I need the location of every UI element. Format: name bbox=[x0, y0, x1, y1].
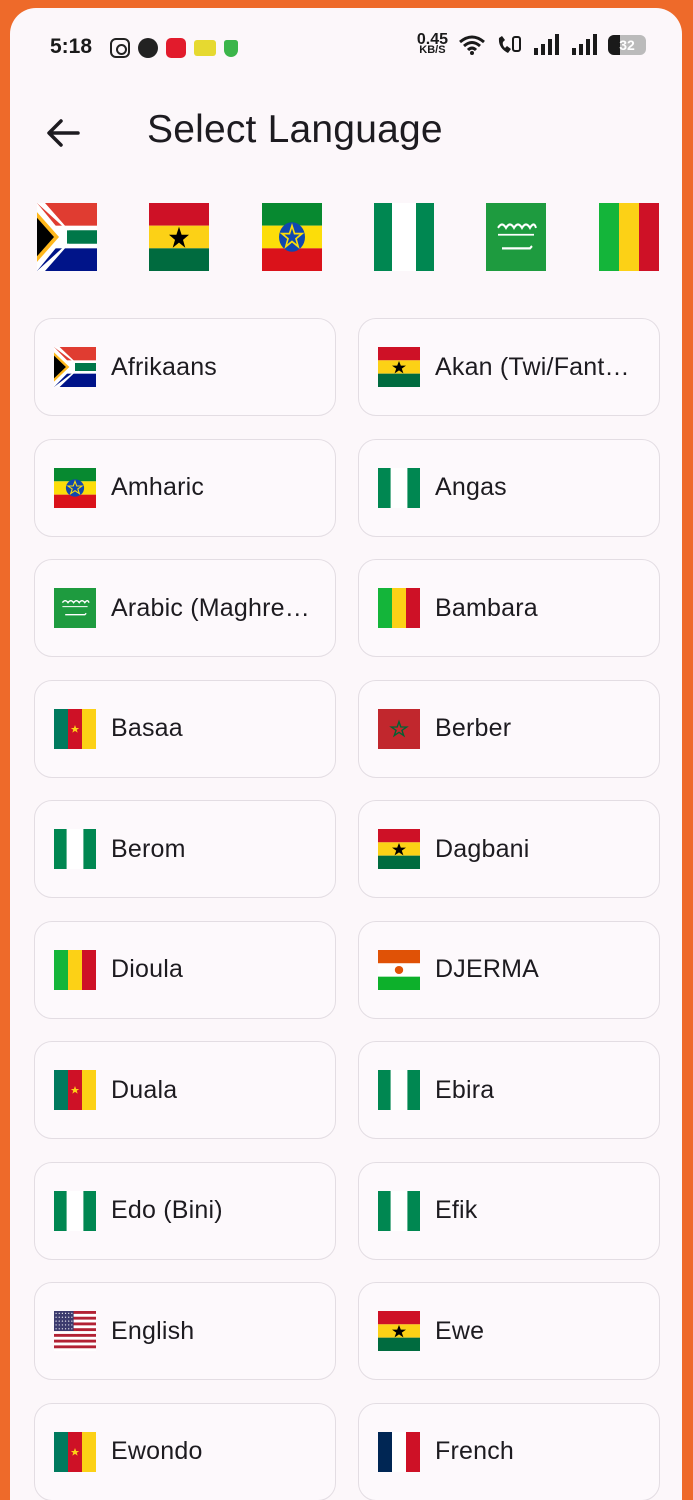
language-label: Akan (Twi/Fant… bbox=[435, 352, 630, 381]
network-speed: 0.45 KB/S bbox=[416, 31, 448, 56]
notification-icons bbox=[110, 37, 238, 59]
mali-flag-icon bbox=[54, 949, 96, 990]
nigeria-flag-icon bbox=[54, 829, 96, 869]
language-label: Duala bbox=[111, 1075, 178, 1104]
language-label: DJERMA bbox=[435, 955, 539, 983]
morocco-flag-icon bbox=[378, 708, 420, 749]
saudi-arabia-flag-icon bbox=[54, 588, 96, 628]
language-label: Basaa bbox=[111, 714, 183, 742]
language-label: French bbox=[435, 1437, 515, 1465]
system-icons: 0.45 KB/S 32 bbox=[416, 31, 646, 56]
nigeria-flag-icon bbox=[378, 1070, 420, 1110]
nigeria-flag-icon bbox=[54, 1190, 96, 1231]
status-bar: 5:18 0.45 KB/S 32 bbox=[10, 8, 682, 88]
south-africa-flag-icon bbox=[54, 347, 96, 387]
language-label: Dioula bbox=[111, 955, 184, 983]
language-option-english[interactable]: English bbox=[34, 1282, 336, 1380]
language-option-basaa[interactable]: Basaa bbox=[34, 679, 336, 778]
language-option-amharic[interactable]: Amharic bbox=[34, 438, 336, 537]
status-time: 5:18 bbox=[50, 35, 93, 58]
language-label: Efik bbox=[435, 1196, 478, 1224]
instagram-icon bbox=[110, 38, 130, 58]
mali-flag-icon bbox=[378, 588, 420, 628]
language-option-afrikaans[interactable]: Afrikaans bbox=[34, 318, 336, 416]
language-label: Berom bbox=[111, 834, 186, 863]
ethiopia-flag-icon[interactable] bbox=[262, 203, 322, 271]
flag-strip bbox=[10, 203, 682, 273]
mali-flag-icon[interactable] bbox=[599, 203, 659, 271]
france-flag-icon bbox=[378, 1431, 420, 1472]
ghana-flag-icon bbox=[378, 347, 420, 387]
language-option-berber[interactable]: Berber bbox=[358, 679, 660, 778]
language-option-angas[interactable]: Angas bbox=[358, 438, 660, 537]
language-label: Bambara bbox=[435, 593, 538, 622]
cameroon-flag-icon bbox=[54, 1431, 96, 1472]
cameroon-flag-icon bbox=[54, 1070, 96, 1110]
language-option-djerma[interactable]: DJERMA bbox=[358, 920, 660, 1019]
cameroon-flag-icon bbox=[54, 708, 96, 749]
language-label: Afrikaans bbox=[111, 352, 218, 381]
niger-flag-icon bbox=[378, 949, 420, 990]
back-arrow-icon[interactable] bbox=[44, 114, 82, 152]
language-option-efik[interactable]: Efik bbox=[358, 1161, 660, 1260]
language-label: English bbox=[111, 1316, 195, 1345]
nigeria-flag-icon[interactable] bbox=[374, 203, 434, 271]
language-label: Ewondo bbox=[111, 1437, 203, 1465]
language-option-ewondo[interactable]: Ewondo bbox=[34, 1402, 336, 1500]
language-label: Edo (Bini) bbox=[111, 1196, 223, 1224]
app-screen: 5:18 0.45 KB/S 32 Select Language Afrika… bbox=[10, 8, 682, 1500]
ghana-flag-icon bbox=[378, 1311, 420, 1351]
language-option-arabic-maghre[interactable]: Arabic (Maghre… bbox=[34, 559, 336, 657]
page-title: Select Language bbox=[147, 108, 443, 151]
language-option-edo-bini[interactable]: Edo (Bini) bbox=[34, 1161, 336, 1260]
ghana-flag-icon bbox=[378, 829, 420, 869]
app-bar: Select Language bbox=[10, 88, 682, 178]
language-option-duala[interactable]: Duala bbox=[34, 1041, 336, 1139]
nigeria-flag-icon bbox=[378, 467, 420, 508]
whatsapp-icon bbox=[138, 38, 158, 58]
language-option-dagbani[interactable]: Dagbani bbox=[358, 800, 660, 898]
language-option-akan-twi-fant[interactable]: Akan (Twi/Fant… bbox=[358, 318, 660, 416]
language-label: Arabic (Maghre… bbox=[111, 593, 310, 622]
saudi-arabia-flag-icon[interactable] bbox=[486, 203, 546, 271]
language-label: Angas bbox=[435, 473, 507, 501]
language-option-ebira[interactable]: Ebira bbox=[358, 1041, 660, 1139]
language-option-french[interactable]: French bbox=[358, 1402, 660, 1500]
language-label: Dagbani bbox=[435, 834, 530, 863]
usa-flag-icon bbox=[54, 1311, 96, 1351]
south-africa-flag-icon[interactable] bbox=[37, 203, 97, 271]
language-label: Ewe bbox=[435, 1316, 485, 1345]
ghana-flag-icon[interactable] bbox=[149, 203, 209, 271]
shield-icon bbox=[224, 39, 238, 57]
battery-icon: 32 bbox=[608, 35, 646, 55]
wifi-icon bbox=[459, 35, 485, 55]
signal-icon-1 bbox=[534, 34, 559, 55]
language-option-dioula[interactable]: Dioula bbox=[34, 920, 336, 1019]
mtn-app-icon bbox=[194, 40, 216, 56]
language-option-ewe[interactable]: Ewe bbox=[358, 1282, 660, 1380]
ethiopia-flag-icon bbox=[54, 467, 96, 508]
language-option-bambara[interactable]: Bambara bbox=[358, 559, 660, 657]
signal-icon-2 bbox=[572, 34, 597, 55]
language-option-berom[interactable]: Berom bbox=[34, 800, 336, 898]
language-label: Amharic bbox=[111, 473, 205, 501]
shopping-bag-icon bbox=[166, 38, 186, 58]
language-label: Ebira bbox=[435, 1075, 495, 1104]
nigeria-flag-icon bbox=[378, 1190, 420, 1231]
language-label: Berber bbox=[435, 714, 512, 742]
wifi-calling-icon bbox=[498, 36, 521, 53]
